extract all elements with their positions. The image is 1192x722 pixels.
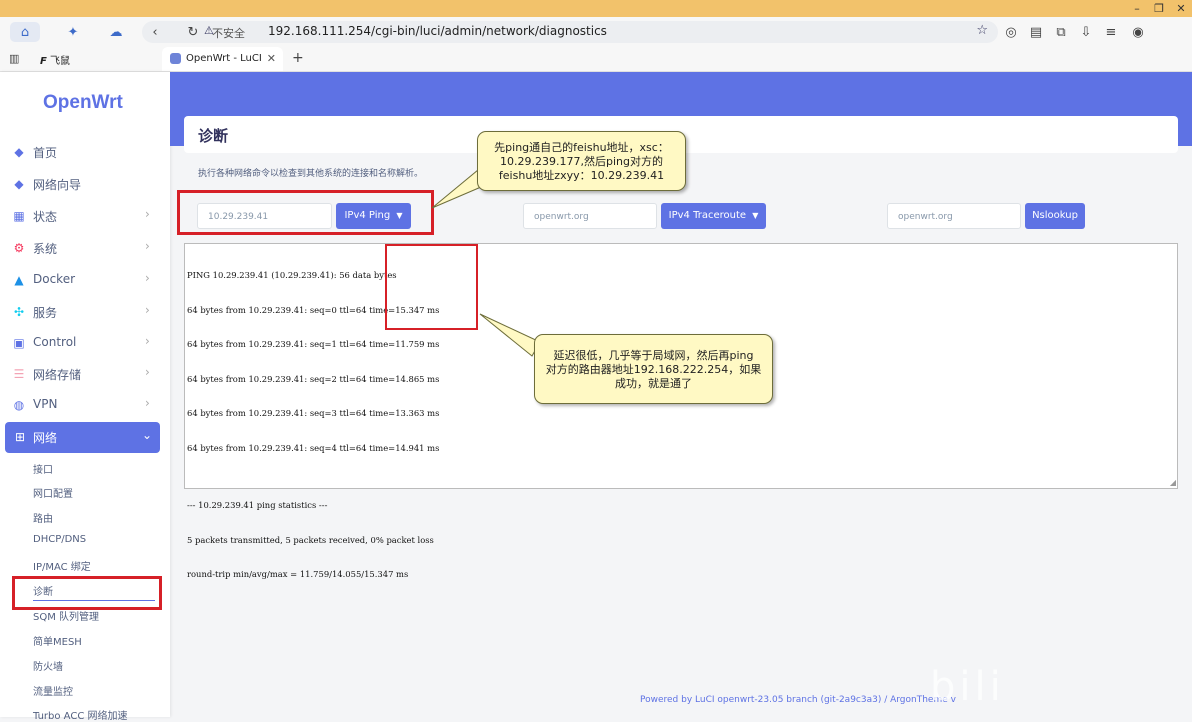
callout-line: 10.29.239.177,然后ping对方的 (500, 155, 663, 168)
callout-line: 成功，就是通了 (615, 377, 692, 390)
callout-latency-note: 延迟很低，几乎等于局域网，然后再ping 对方的路由器地址192.168.222… (534, 334, 773, 404)
callout-line: 对方的路由器地址192.168.222.254，如果 (545, 363, 762, 376)
callout-ping-note: 先ping通自己的feishu地址，xsc： 10.29.239.177,然后p… (477, 131, 686, 191)
callout-line: 先ping通自己的feishu地址，xsc： (494, 141, 669, 154)
callout-line: 延迟很低，几乎等于局域网，然后再ping (553, 349, 754, 362)
callout-line: feishu地址zxyy：10.29.239.41 (498, 169, 665, 182)
